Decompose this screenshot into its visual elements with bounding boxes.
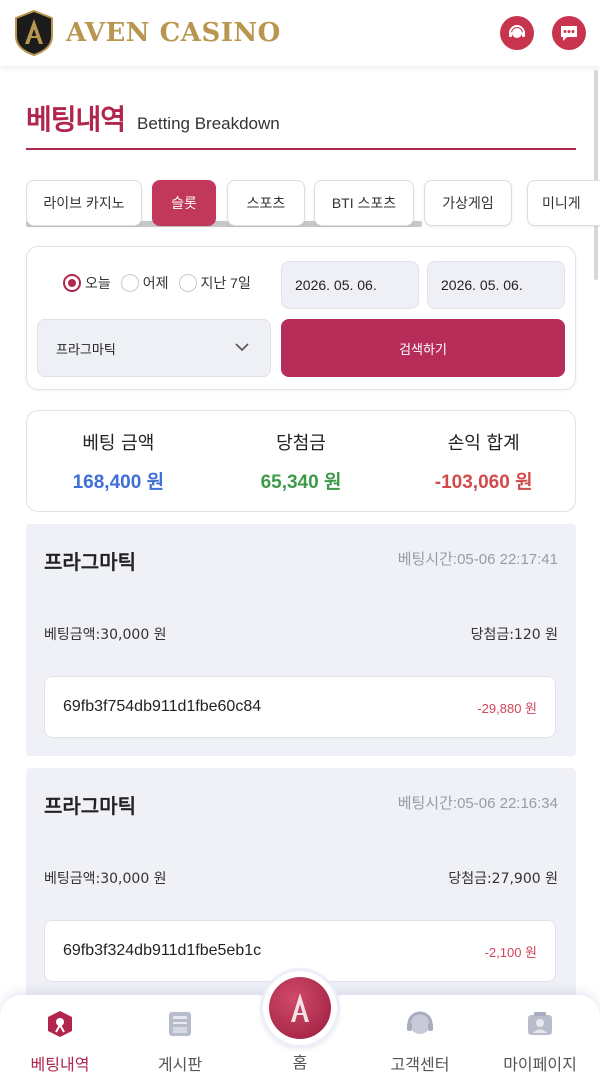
- nav-label: 게시판: [157, 1055, 203, 1074]
- summary-label: 베팅 금액: [82, 433, 155, 454]
- nav-label-home: 홈: [292, 1053, 308, 1072]
- aven-logo-icon[interactable]: [14, 10, 54, 56]
- tab-sports[interactable]: 스포츠: [227, 180, 305, 226]
- nav-betting-history[interactable]: 베팅내역: [0, 1009, 120, 1075]
- nav-my-page[interactable]: 마이페이지: [480, 1009, 600, 1075]
- nav-board[interactable]: 게시판: [120, 1009, 240, 1075]
- title-divider: [26, 148, 576, 150]
- radio-yesterday[interactable]: 어제: [120, 273, 169, 293]
- record-bet-amount: 베팅금액:30,000 원: [44, 871, 167, 887]
- home-button[interactable]: [263, 971, 337, 1045]
- brand-name[interactable]: AVEN CASINO: [66, 18, 281, 48]
- scrollbar-thumb[interactable]: [594, 70, 598, 280]
- tab-label: 슬롯: [171, 195, 197, 211]
- date-range-radios: 오늘 어제 지난 7일: [63, 273, 255, 293]
- record-winnings: 당첨금:27,900 원: [448, 871, 558, 887]
- summary-value: -103,060 원: [434, 472, 533, 493]
- top-bar: AVEN CASINO: [0, 0, 600, 66]
- game-category-tabs: 라이브 카지노 슬롯 스포츠 BTI 스포츠 가상게임 미니게: [26, 180, 600, 228]
- record-bet-time: 베팅시간:05-06 22:17:41: [397, 551, 558, 568]
- radio-label: 지난 7일: [200, 275, 251, 291]
- board-icon: [169, 1012, 191, 1036]
- nav-label: 마이페이지: [503, 1055, 577, 1074]
- search-button[interactable]: 검색하기: [281, 319, 565, 377]
- headset-icon: [407, 1011, 433, 1034]
- tab-virtual-game[interactable]: 가상게임: [424, 180, 512, 226]
- record-provider: 프라그마틱: [44, 550, 136, 574]
- tab-label: 미니게: [542, 195, 581, 211]
- home-button-inner: [269, 977, 331, 1039]
- radio-label: 오늘: [85, 275, 111, 291]
- chat-bubble-icon: [561, 26, 577, 41]
- summary-value: 65,340 원: [260, 472, 342, 493]
- tab-label: 스포츠: [246, 195, 286, 211]
- summary-label: 손익 합계: [447, 433, 520, 454]
- record-winnings: 당첨금:120 원: [470, 627, 558, 643]
- tab-label: BTI 스포츠: [331, 195, 397, 211]
- record-id-box: 69fb3f754db911d1fbe60c84 -29,880 원: [44, 676, 556, 738]
- radio-today[interactable]: 오늘: [63, 273, 111, 293]
- betting-history-icon: [48, 1011, 72, 1037]
- record-profit-loss: -2,100 원: [484, 944, 537, 960]
- page-title-korean: 베팅내역: [26, 103, 126, 136]
- radio-dot: [178, 274, 197, 292]
- provider-select-value: 프라그마틱: [56, 342, 116, 358]
- tab-slot[interactable]: 슬롯: [152, 180, 216, 226]
- radio-last-7-days[interactable]: 지난 7일: [178, 273, 251, 293]
- search-filter-panel: 오늘 어제 지난 7일 2026. 05. 06. 2026. 05. 06. …: [26, 246, 576, 390]
- aven-home-icon: [291, 993, 309, 1022]
- tab-live-casino[interactable]: 라이브 카지노: [26, 180, 142, 226]
- page-title-english: Betting Breakdown: [137, 114, 280, 133]
- tab-label: 가상게임: [442, 195, 494, 211]
- record-profit-loss: -29,880 원: [477, 700, 537, 716]
- bottom-navigation: 베팅내역 게시판 홈 고객센터 마이페이지: [0, 971, 600, 1087]
- tab-label: 라이브 카지노: [43, 195, 125, 211]
- betting-record-card: 프라그마틱 베팅시간:05-06 22:17:41 베팅금액:30,000 원 …: [26, 524, 576, 756]
- summary-profit-loss: 손익 합계 -103,060 원: [392, 411, 575, 511]
- support-agent-button[interactable]: [500, 16, 534, 50]
- nav-label: 고객센터: [390, 1055, 450, 1074]
- support-agent-icon: [509, 25, 525, 38]
- record-id: 69fb3f324db911d1fbe5eb1c: [63, 942, 262, 959]
- summary-bet-amount: 베팅 금액 168,400 원: [27, 411, 210, 511]
- record-bet-amount: 베팅금액:30,000 원: [44, 627, 167, 643]
- page-title: 베팅내역 Betting Breakdown: [26, 98, 280, 138]
- summary-value: 168,400 원: [72, 472, 165, 493]
- tab-mini-game[interactable]: 미니게: [527, 180, 600, 226]
- chevron-down-icon: [235, 343, 249, 352]
- radio-dot: [120, 274, 139, 292]
- date-from-field[interactable]: 2026. 05. 06.: [281, 261, 419, 309]
- summary-label: 당첨금: [276, 433, 326, 454]
- radio-dot: [63, 274, 81, 292]
- record-id: 69fb3f754db911d1fbe60c84: [63, 698, 262, 715]
- radio-label: 어제: [142, 275, 169, 291]
- provider-select[interactable]: 프라그마틱: [37, 319, 271, 377]
- nav-customer-center[interactable]: 고객센터: [360, 1009, 480, 1075]
- betting-summary: 베팅 금액 168,400 원 당첨금 65,340 원 손익 합계 -103,…: [26, 410, 576, 512]
- nav-label: 베팅내역: [30, 1055, 90, 1074]
- chat-button[interactable]: [552, 16, 586, 50]
- record-bet-time: 베팅시간:05-06 22:16:34: [397, 795, 558, 812]
- tab-bti-sports[interactable]: BTI 스포츠: [314, 180, 414, 226]
- summary-winnings: 당첨금 65,340 원: [210, 411, 393, 511]
- date-to-field[interactable]: 2026. 05. 06.: [427, 261, 565, 309]
- my-page-icon: [528, 1012, 552, 1035]
- record-provider: 프라그마틱: [44, 794, 136, 818]
